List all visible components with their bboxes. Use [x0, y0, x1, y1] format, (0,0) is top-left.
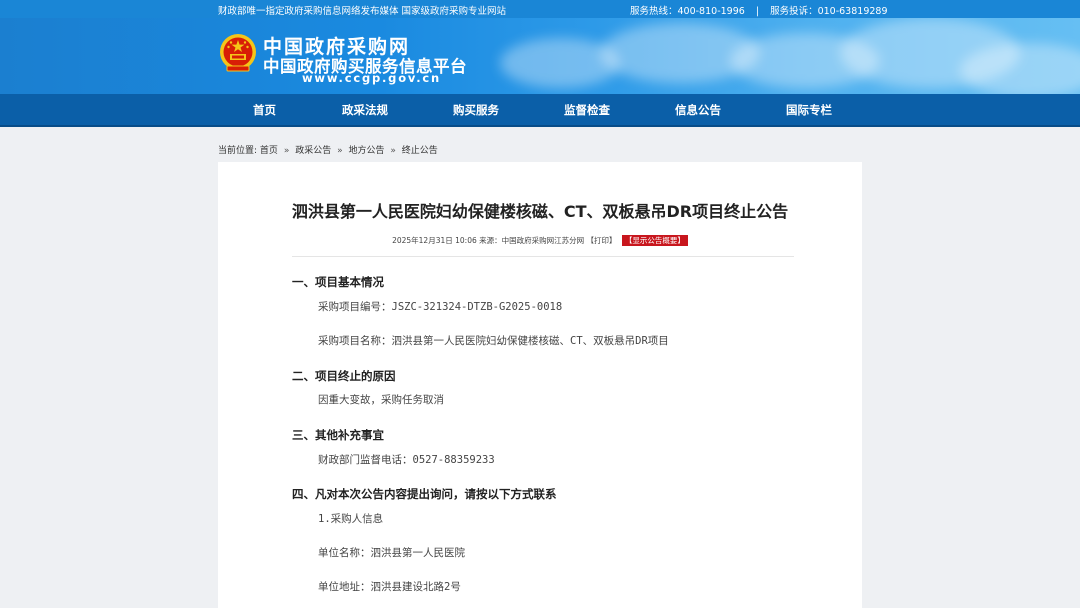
site-tagline: 财政部唯一指定政府采购信息网络发布媒体 国家级政府采购专业网站	[218, 6, 507, 17]
breadcrumb-sep: »	[390, 146, 396, 156]
termination-reason: 因重大变故，采购任务取消	[318, 394, 444, 406]
section-heading: 三、其他补充事宜	[292, 428, 384, 442]
breadcrumb-home[interactable]: 首页	[260, 146, 278, 156]
breadcrumb-procurement[interactable]: 政采公告	[295, 146, 331, 156]
buyer-unit-name: 单位名称：泗洪县第一人民医院	[318, 547, 465, 559]
print-link[interactable]: 【打印】	[587, 236, 617, 245]
show-summary-button[interactable]: 【显示公告概要】	[621, 235, 688, 246]
article-meta: 2025年12月31日 10:06 来源：中国政府采购网江苏分网 【打印】 【显…	[218, 235, 862, 246]
nav-item-regulations[interactable]: 政采法规	[342, 102, 388, 118]
section-heading: 一、项目基本情况	[292, 275, 384, 289]
nav-item-supervision[interactable]: 监督检查	[564, 102, 610, 118]
project-name: 采购项目名称：泗洪县第一人民医院妇幼保健楼核磁、CT、双板悬吊DR项目	[318, 335, 669, 347]
buyer-unit-address: 单位地址：泗洪县建设北路2号	[318, 581, 461, 593]
article-title: 泗洪县第一人民医院妇幼保健楼核磁、CT、双板悬吊DR项目终止公告	[291, 202, 789, 221]
service-hotline: 服务热线：400-810-1996	[630, 6, 745, 17]
breadcrumb-prefix: 当前位置:	[218, 146, 258, 156]
nav-item-international[interactable]: 国际专栏	[786, 102, 832, 118]
nav-item-home[interactable]: 首页	[253, 102, 276, 118]
nav-item-purchase-services[interactable]: 购买服务	[453, 102, 499, 118]
section-heading: 四、凡对本次公告内容提出询问，请按以下方式联系	[292, 487, 557, 501]
service-contacts: 服务热线：400-810-1996 | 服务投诉：010-63819289	[630, 3, 888, 17]
article-datetime: 2025年12月31日 10:06	[392, 236, 477, 245]
title-divider	[292, 256, 794, 257]
header-banner: 中国政府采购网 中国政府购买服务信息平台 www.ccgp.gov.cn	[0, 18, 1080, 94]
nav-item-announcements[interactable]: 信息公告	[675, 102, 721, 118]
main-nav: 首页 政采法规 购买服务 监督检查 信息公告 国际专栏	[0, 94, 1080, 127]
supervision-phone: 财政部门监督电话：0527-88359233	[318, 454, 495, 466]
breadcrumb-local[interactable]: 地方公告	[348, 146, 384, 156]
buyer-info-label: 1.采购人信息	[318, 513, 384, 525]
breadcrumb-termination[interactable]: 终止公告	[402, 146, 438, 156]
service-complaint: 服务投诉：010-63819289	[770, 6, 888, 17]
breadcrumb-sep: »	[283, 146, 290, 156]
article-panel: 泗洪县第一人民医院妇幼保健楼核磁、CT、双板悬吊DR项目终止公告 2025年12…	[218, 162, 862, 608]
site-url[interactable]: www.ccgp.gov.cn	[302, 71, 441, 85]
project-number: 采购项目编号：JSZC-321324-DTZB-G2025-0018	[318, 301, 563, 313]
section-heading: 二、项目终止的原因	[292, 369, 396, 383]
breadcrumb-sep: »	[337, 146, 343, 156]
top-info-bar: 财政部唯一指定政府采购信息网络发布媒体 国家级政府采购专业网站 服务热线：400…	[0, 0, 1080, 18]
contact-divider: |	[755, 6, 760, 17]
national-emblem-icon[interactable]	[219, 32, 257, 74]
breadcrumb: 当前位置: 首页 » 政采公告 » 地方公告 » 终止公告	[218, 143, 438, 156]
article-source: 来源：中国政府采购网江苏分网	[479, 236, 585, 245]
